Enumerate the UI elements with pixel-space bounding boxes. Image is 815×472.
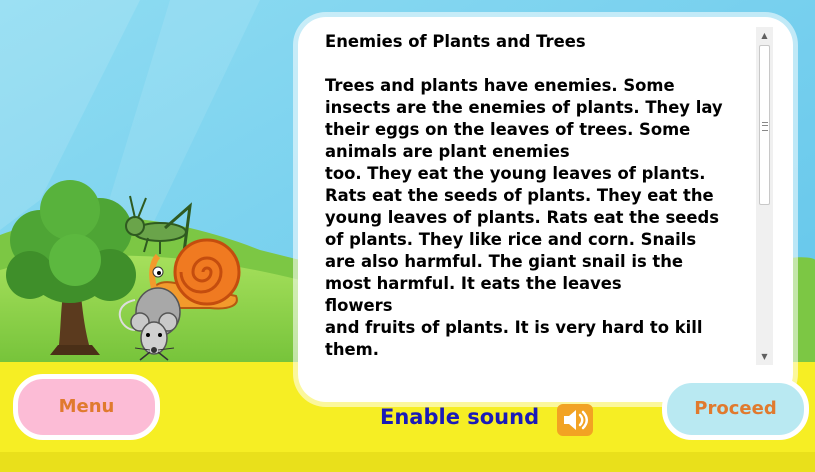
passage-title: Enemies of Plants and Trees <box>325 32 586 51</box>
proceed-button[interactable]: Proceed <box>662 378 809 440</box>
menu-button[interactable]: Menu <box>13 374 160 440</box>
speaker-icon[interactable] <box>557 404 593 436</box>
scroll-thumb[interactable] <box>759 45 770 205</box>
scroll-up-arrow-icon[interactable]: ▲ <box>756 27 773 44</box>
scroll-down-arrow-icon[interactable]: ▼ <box>756 348 773 365</box>
passage-textbox[interactable]: Enemies of Plants and Trees Trees and pl… <box>320 27 773 365</box>
game-scene: Enemies of Plants and Trees Trees and pl… <box>0 0 815 472</box>
passage-body: Trees and plants have enemies. Some inse… <box>325 76 723 359</box>
enable-sound-label[interactable]: Enable sound <box>380 405 539 429</box>
passage-text: Enemies of Plants and Trees Trees and pl… <box>325 31 755 361</box>
passage-scrollbar[interactable]: ▲ ▼ <box>756 27 773 365</box>
scroll-grip-icon <box>762 122 768 131</box>
